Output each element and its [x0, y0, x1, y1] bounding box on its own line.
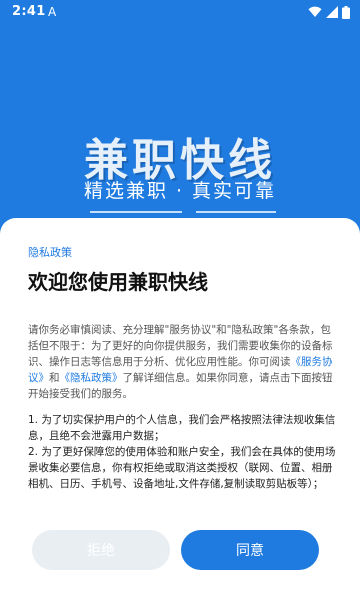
battery-icon: [342, 5, 350, 19]
term-item-2: 2. 为了更好保障您的使用体验和账户安全，我们会在具体的使用场景收集必要信息，你…: [28, 446, 336, 490]
signal-icon: [326, 6, 338, 18]
intro-text-and: 和: [49, 372, 60, 384]
agree-button[interactable]: 同意: [181, 530, 319, 570]
reject-button[interactable]: 拒绝: [32, 530, 170, 570]
splash-divider-right: [196, 211, 276, 213]
status-icons: [308, 5, 350, 19]
intro-text-before: 请你务必审慎阅读、充分理解"服务协议"和"隐私政策"各条款，包括但不限于：为了更…: [28, 324, 333, 368]
dialog-heading: 欢迎您使用兼职快线: [28, 270, 208, 294]
status-bar: 2:41 A: [0, 0, 360, 24]
term-item-1: 1. 为了切实保护用户的个人信息，我们会严格按照法律法规收集信息，且绝不会泄露用…: [28, 414, 336, 442]
privacy-policy-link[interactable]: 《隐私政策》: [60, 372, 123, 384]
dialog-intro: 请你务必审慎阅读、充分理解"服务协议"和"隐私政策"各条款，包括但不限于：为了更…: [28, 322, 336, 402]
splash-subtitle: 精选兼职 · 真实可靠: [83, 180, 277, 202]
splash-divider-left: [90, 211, 182, 213]
dialog-terms: 1. 为了切实保护用户的个人信息，我们会严格按照法律法规收集信息，且绝不会泄露用…: [28, 412, 336, 492]
privacy-dialog: 隐私政策 欢迎您使用兼职快线 请你务必审慎阅读、充分理解"服务协议"和"隐私政策…: [0, 218, 360, 600]
dialog-tag: 隐私政策: [28, 246, 72, 259]
notification-icon: A: [48, 5, 57, 19]
wifi-icon: [308, 6, 322, 18]
status-time: 2:41: [12, 4, 46, 19]
